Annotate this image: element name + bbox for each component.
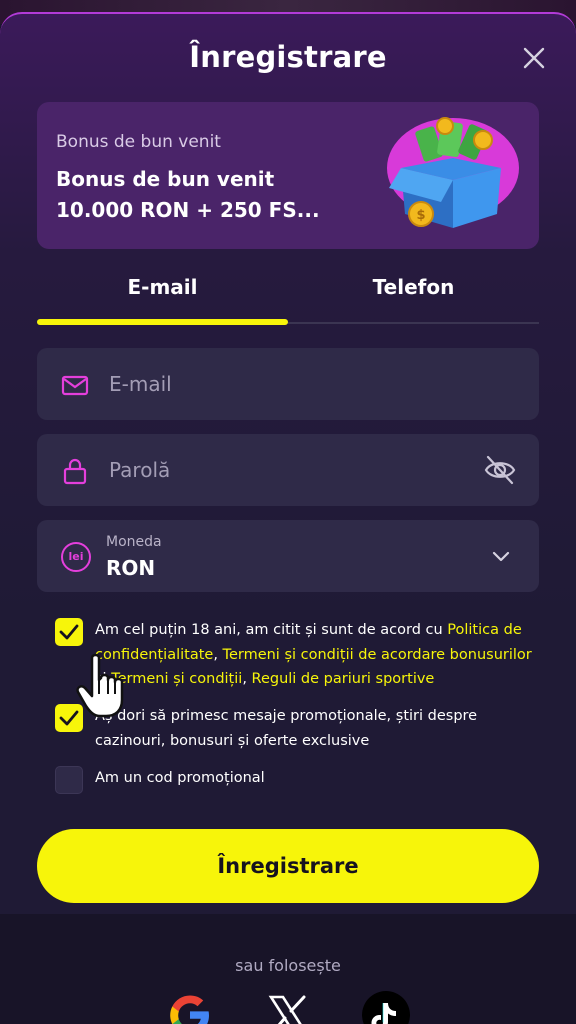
- toggle-password-visibility-button[interactable]: [483, 454, 517, 486]
- bonus-subtitle: Bonus de bun venit: [56, 132, 221, 152]
- terms-text-part: ,: [242, 671, 252, 687]
- gift-box-money-icon: $: [387, 117, 519, 228]
- promo-code-row: Am un cod promoțional: [55, 766, 545, 796]
- marketing-consent-text: Aș dori să primesc mesaje promoționale, …: [95, 708, 478, 749]
- marketing-consent-row: Aș dori să primesc mesaje promoționale, …: [55, 704, 545, 756]
- terms-consent-row: Am cel puțin 18 ani, am citit și sunt de…: [55, 618, 545, 698]
- promo-code-text: Am un cod promoțional: [95, 770, 265, 786]
- currency-value: RON: [106, 556, 156, 580]
- alternative-login-text: sau folosește: [235, 956, 341, 975]
- tab-email[interactable]: E-mail: [37, 272, 288, 322]
- bonus-title: Bonus de bun venit 10.000 RON + 250 FS..…: [56, 167, 320, 222]
- tab-phone[interactable]: Telefon: [288, 272, 539, 322]
- betting-rules-link[interactable]: Reguli de pariuri sportive: [252, 671, 435, 687]
- terms-text-part: Am cel puțin 18 ani, am citit și sunt de…: [95, 622, 448, 638]
- currency-select[interactable]: lei Moneda RON: [37, 520, 539, 592]
- currency-label: Moneda: [106, 534, 162, 550]
- terms-link[interactable]: Termeni și condiții: [111, 671, 242, 687]
- svg-text:$: $: [416, 208, 425, 223]
- welcome-bonus-card[interactable]: Bonus de bun venit Bonus de bun venit 10…: [37, 102, 539, 249]
- lei-currency-icon: lei: [61, 542, 91, 572]
- bonus-terms-link[interactable]: Termeni și condiții de acordare bonusuri…: [223, 647, 532, 663]
- lock-icon: [63, 458, 87, 485]
- mail-icon: [61, 375, 89, 396]
- promo-code-checkbox[interactable]: [55, 766, 83, 794]
- close-button[interactable]: [522, 46, 546, 70]
- tiktok-icon[interactable]: [361, 990, 411, 1024]
- terms-text-part: și: [95, 671, 112, 687]
- checkmark-icon: [59, 710, 79, 726]
- x-icon[interactable]: [263, 990, 313, 1024]
- eye-off-icon: [484, 455, 516, 485]
- terms-checkbox[interactable]: [55, 618, 83, 646]
- registration-method-tabs: E-mail Telefon: [37, 272, 539, 325]
- chevron-down-icon: [492, 551, 510, 562]
- modal-title: Înregistrare: [189, 40, 387, 74]
- google-icon[interactable]: [165, 990, 215, 1024]
- marketing-checkbox[interactable]: [55, 704, 83, 732]
- email-field[interactable]: [37, 348, 539, 420]
- checkmark-icon: [59, 624, 79, 640]
- close-icon: [523, 47, 545, 69]
- email-input[interactable]: [109, 364, 469, 404]
- password-field[interactable]: [37, 434, 539, 506]
- register-submit-button[interactable]: Înregistrare: [37, 829, 539, 903]
- active-tab-indicator: [37, 319, 288, 325]
- terms-consent-text: Am cel puțin 18 ani, am citit și sunt de…: [95, 618, 545, 692]
- terms-text-part: ,: [213, 646, 223, 663]
- registration-modal: Înregistrare Bonus de bun venit Bonus de…: [0, 12, 576, 1024]
- password-input[interactable]: [109, 450, 469, 490]
- social-login-footer: sau folosește: [0, 914, 576, 1024]
